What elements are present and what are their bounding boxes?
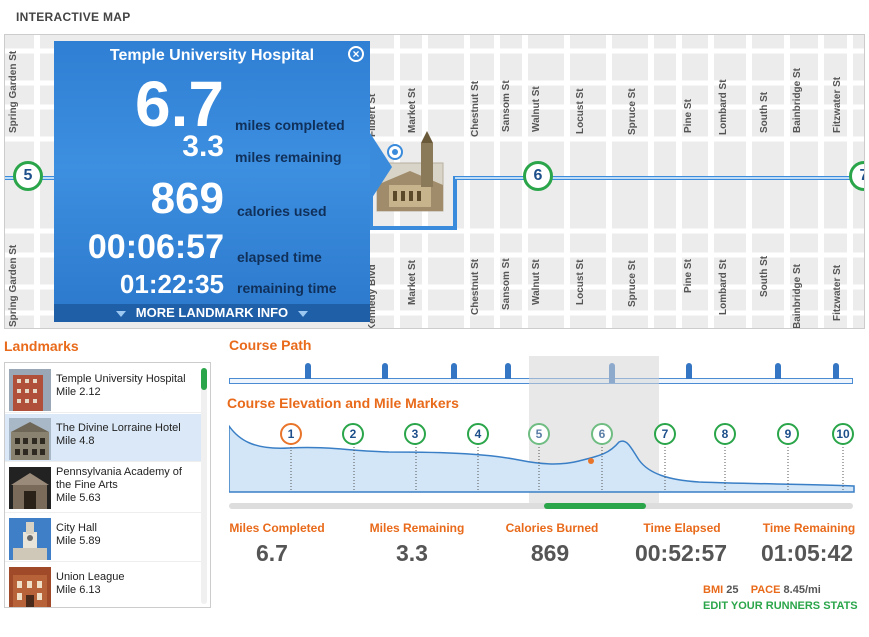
landmark-name: Union League Mile 6.13 — [56, 571, 125, 596]
street-label: Pine St — [683, 99, 694, 133]
elevation-mile-marker[interactable]: 9 — [777, 423, 799, 445]
landmark-mile: Mile 5.63 — [56, 492, 101, 504]
landmark-mile: Mile 2.12 — [56, 386, 101, 398]
stat-label: Calories Burned — [505, 521, 599, 535]
street-label: Spruce St — [627, 260, 638, 307]
elevation-mile-marker[interactable]: 7 — [654, 423, 676, 445]
list-item[interactable]: Pennsylvania Academy of the Fine Arts Mil… — [5, 463, 201, 513]
elevation-mile-marker[interactable]: 4 — [467, 423, 489, 445]
list-item[interactable]: The Divine Lorraine Hotel Mile 4.8 — [5, 414, 201, 462]
elevation-mile-marker[interactable]: 6 — [591, 423, 613, 445]
street-label: Market St — [407, 259, 418, 305]
stat-label: Miles Remaining — [369, 521, 465, 535]
popup-miles-completed-label: miles completed — [235, 117, 345, 133]
chevron-down-icon — [298, 310, 309, 317]
street-label: Fitzwater St — [832, 264, 843, 321]
stat-label: Time Remaining — [762, 521, 856, 535]
popup-calories-label: calories used — [237, 203, 327, 219]
street-label: Locust St — [575, 259, 586, 305]
popup-title: Temple University Hospital — [109, 47, 315, 64]
street-label: Sansom St — [501, 258, 512, 310]
stat-label: Time Elapsed — [643, 521, 721, 535]
elevation-mile-marker[interactable]: 2 — [342, 423, 364, 445]
stat-miles-remaining: 3.3 — [396, 540, 428, 566]
hospital-thumbnail — [9, 369, 51, 411]
list-item[interactable]: City Hall Mile 5.89 — [5, 514, 201, 562]
landmark-name: Pennsylvania Academy of the Fine Arts Mil… — [56, 466, 182, 504]
street-label: Walnut St — [531, 259, 542, 305]
landmark-mile: Mile 5.89 — [56, 535, 101, 547]
street-label: Lombard St — [718, 79, 729, 135]
hotel-thumbnail — [9, 418, 51, 460]
street-label: Spring Garden St — [8, 244, 19, 327]
street-label: Locust St — [575, 88, 586, 134]
more-landmark-info-button[interactable]: MORE LANDMARK INFO — [54, 304, 370, 322]
stat-time-elapsed: 00:52:57 — [634, 540, 728, 566]
landmark-popup: Temple University Hospital × 6.7 miles c… — [54, 41, 370, 322]
popup-miles-remaining-label: miles remaining — [235, 149, 342, 165]
street-label: Pine St — [683, 259, 694, 293]
landmark-mile: Mile 4.8 — [56, 435, 95, 447]
stat-time-remaining: 01:05:42 — [760, 540, 854, 566]
landmarks-heading: Landmarks — [4, 338, 79, 354]
current-position-dot — [588, 458, 594, 464]
street-label: South St — [759, 91, 770, 133]
more-landmark-info-label: MORE LANDMARK INFO — [135, 305, 289, 320]
union-league-thumbnail — [9, 567, 51, 607]
elevation-mile-marker[interactable]: 3 — [404, 423, 426, 445]
pace-value: 8.45/mi — [783, 584, 821, 596]
map-mile-marker[interactable]: 5 — [13, 161, 43, 191]
list-item[interactable]: Temple University Hospital Mile 2.12 — [5, 365, 201, 413]
course-path-heading: Course Path — [229, 337, 312, 353]
stat-label: Miles Completed — [229, 521, 325, 535]
popup-miles-remaining: 3.3 — [182, 130, 224, 163]
academy-thumbnail — [9, 467, 51, 509]
street-label: Market St — [407, 87, 418, 133]
bmi-label: BMI — [703, 584, 724, 596]
street-label: Walnut St — [531, 86, 542, 132]
pace-label: PACE — [750, 584, 781, 596]
street-label: Bainbridge St — [792, 263, 803, 329]
popup-remaining: 01:22:35 — [119, 269, 224, 299]
landmark-list[interactable]: Temple University Hospital Mile 2.12 The … — [4, 362, 211, 608]
elevation-mile-marker[interactable]: 8 — [714, 423, 736, 445]
landmark-name: City Hall Mile 5.89 — [56, 522, 101, 547]
elevation-mile-marker[interactable]: 5 — [528, 423, 550, 445]
street-label: Lombard St — [718, 259, 729, 315]
landmark-mile: Mile 6.13 — [56, 584, 101, 596]
street-label: Spruce St — [627, 88, 638, 135]
popup-remaining-label: remaining time — [237, 280, 337, 296]
timeline-slider-thumb[interactable] — [544, 503, 646, 509]
edit-runner-stats-link[interactable]: EDIT YOUR RUNNERS STATS — [703, 600, 858, 612]
runner-stats-summary: BMI 25 PACE 8.45/mi — [703, 584, 821, 596]
city-hall-thumbnail — [9, 518, 51, 560]
page-title: INTERACTIVE MAP — [16, 10, 131, 24]
street-label: Bainbridge St — [792, 67, 803, 133]
street-label: South St — [759, 255, 770, 297]
street-label: Chestnut St — [470, 258, 481, 315]
street-label: Spring Garden St — [8, 50, 19, 133]
elevation-mile-marker[interactable]: 1 — [280, 423, 302, 445]
popup-elapsed: 00:06:57 — [87, 228, 224, 266]
elevation-mile-marker[interactable]: 10 — [832, 423, 854, 445]
landmark-scroll-thumb[interactable] — [201, 368, 207, 390]
close-icon[interactable]: × — [348, 46, 364, 62]
street-label: Chestnut St — [470, 80, 481, 137]
popup-calories: 869 — [150, 174, 224, 223]
map-mile-marker[interactable]: 6 — [523, 161, 553, 191]
popup-miles-completed: 6.7 — [135, 68, 224, 140]
popup-pointer — [370, 133, 392, 201]
stat-miles-completed: 6.7 — [256, 540, 288, 566]
stat-calories: 869 — [530, 540, 570, 566]
timeline-slider-track[interactable] — [229, 503, 853, 509]
list-item[interactable]: Union League Mile 6.13 — [5, 563, 201, 607]
landmark-scrollbar[interactable] — [201, 368, 207, 604]
street-label: Fitzwater St — [832, 76, 843, 133]
landmark-name: Temple University Hospital Mile 2.12 — [56, 373, 186, 398]
bmi-value: 25 — [726, 584, 739, 596]
street-label: Sansom St — [501, 80, 512, 132]
popup-elapsed-label: elapsed time — [237, 249, 322, 265]
chevron-down-icon — [115, 310, 126, 317]
landmark-name: The Divine Lorraine Hotel Mile 4.8 — [56, 422, 181, 447]
